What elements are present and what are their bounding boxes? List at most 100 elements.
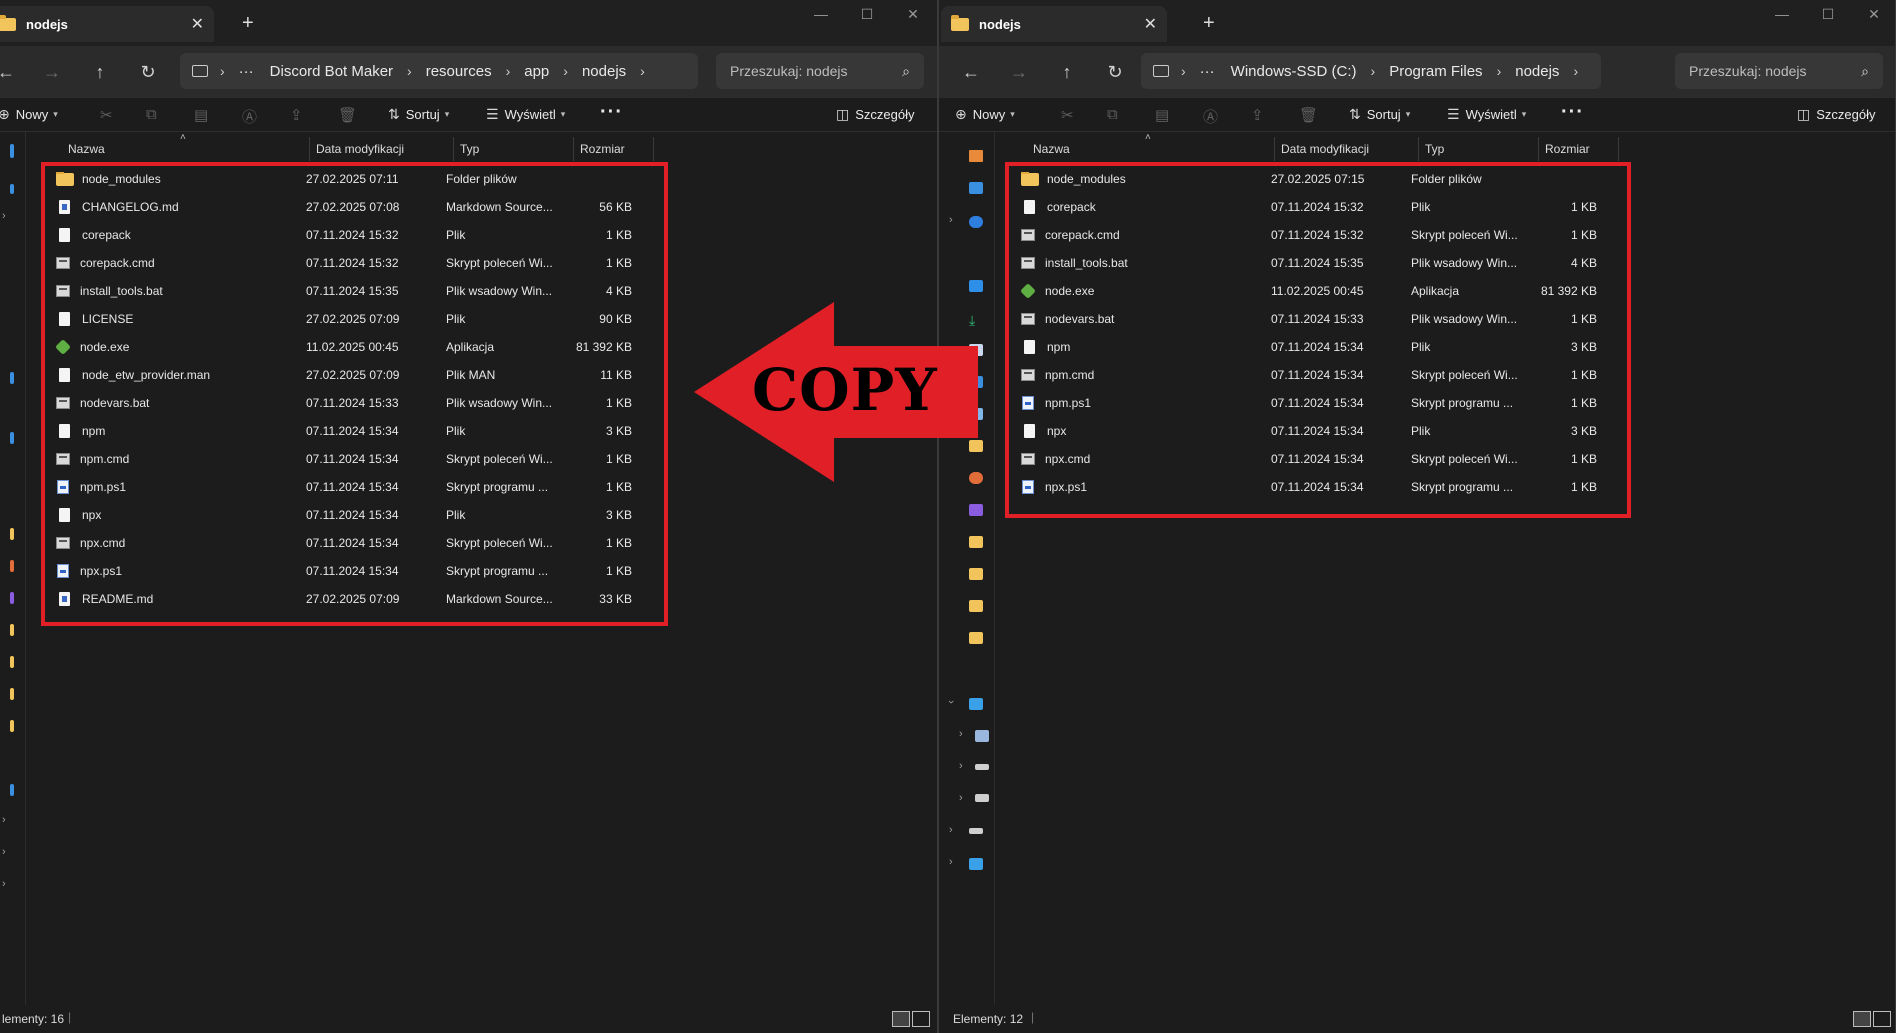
chevron-right-icon[interactable]: › (959, 760, 963, 772)
file-row[interactable]: node.exe 11.02.2025 00:45 Aplikacja 81 392 … (1009, 277, 1609, 305)
view-button[interactable]: ☰ Wyświetl ▾ (486, 106, 565, 123)
this-pc-icon[interactable] (969, 698, 983, 710)
network-icon[interactable] (969, 858, 983, 870)
column-size[interactable]: Rozmiar (574, 137, 654, 161)
copy-icon[interactable]: ⧉ (1107, 106, 1118, 123)
new-button[interactable]: ⊕ Nowy ▾ (955, 106, 1015, 123)
search-input[interactable]: Przeszukaj: nodejs ⌕ (716, 53, 924, 89)
close-window-icon[interactable]: ✕ (1851, 6, 1895, 23)
tab-nodejs[interactable]: nodejs ✕ (0, 6, 214, 42)
chevron-right-icon[interactable]: › (1371, 63, 1376, 79)
cut-icon[interactable]: ✂ (100, 106, 113, 124)
file-row[interactable]: npx 07.11.2024 15:34 Plik 3 KB (1009, 417, 1609, 445)
file-row[interactable]: npx 07.11.2024 15:34 Plik 3 KB (44, 501, 644, 529)
minimize-icon[interactable]: — (798, 6, 844, 22)
tab-nodejs[interactable]: nodejs ✕ (941, 6, 1167, 42)
file-row[interactable]: README.md 27.02.2025 07:09 Markdown Source… (44, 585, 644, 613)
nav-item-icon[interactable] (10, 784, 14, 796)
file-row[interactable]: npm.cmd 07.11.2024 15:34 Skrypt poleceń Wi… (44, 445, 644, 473)
tiles-view-icon[interactable] (1873, 1011, 1891, 1027)
delete-icon[interactable]: 🗑 (338, 106, 357, 124)
back-icon[interactable]: ← (0, 59, 20, 85)
chevron-right-icon[interactable]: › (563, 63, 568, 79)
nav-item-icon[interactable] (10, 624, 14, 636)
file-row[interactable]: corepack 07.11.2024 15:32 Plik 1 KB (1009, 193, 1609, 221)
file-row[interactable]: install_tools.bat 07.11.2024 15:35 Plik ws… (1009, 249, 1609, 277)
details-pane-button[interactable]: ◫ Szczegóły (1797, 106, 1875, 123)
column-name[interactable]: Nazwa (62, 137, 310, 161)
chevron-right-icon[interactable]: › (1497, 63, 1502, 79)
chevron-right-icon[interactable]: › (949, 214, 953, 226)
nav-item-icon[interactable] (10, 372, 14, 384)
address-bar[interactable]: › ··· Discord Bot Maker › resources › ap… (180, 53, 698, 89)
cut-icon[interactable]: ✂ (1061, 106, 1074, 124)
file-row[interactable]: npm 07.11.2024 15:34 Plik 3 KB (44, 417, 644, 445)
breadcrumb-segment[interactable]: Discord Bot Maker (270, 63, 393, 80)
chevron-right-icon[interactable]: › (959, 728, 963, 740)
sort-button[interactable]: ⇅ Sortuj ▾ (388, 106, 449, 123)
nav-item-icon[interactable] (10, 656, 14, 668)
file-row[interactable]: node_etw_provider.man 27.02.2025 07:09 Pli… (44, 361, 644, 389)
column-size[interactable]: Rozmiar (1539, 137, 1619, 161)
file-row[interactable]: nodevars.bat 07.11.2024 15:33 Plik wsadowy… (1009, 305, 1609, 333)
drive-icon[interactable] (975, 794, 989, 802)
file-row[interactable]: node.exe 11.02.2025 00:45 Aplikacja 81 392 … (44, 333, 644, 361)
file-row[interactable]: node_modules 27.02.2025 07:15 Folder plikó… (1009, 165, 1609, 193)
back-icon[interactable]: ← (957, 59, 985, 85)
file-row[interactable]: npx.ps1 07.11.2024 15:34 Skrypt programu .… (1009, 473, 1609, 501)
chevron-right-icon[interactable]: › (949, 824, 953, 836)
maximize-icon[interactable]: ☐ (844, 6, 890, 23)
nav-item-icon[interactable] (10, 592, 14, 604)
chevron-right-icon[interactable]: › (1573, 63, 1578, 79)
file-row[interactable]: corepack.cmd 07.11.2024 15:32 Skrypt polec… (1009, 221, 1609, 249)
nav-item-icon[interactable] (10, 432, 14, 444)
file-row[interactable]: corepack.cmd 07.11.2024 15:32 Skrypt polec… (44, 249, 644, 277)
nav-item-icon[interactable] (10, 528, 14, 540)
tiles-view-icon[interactable] (912, 1011, 930, 1027)
breadcrumb-segment[interactable]: Program Files (1389, 63, 1482, 80)
column-name[interactable]: Nazwa (1027, 137, 1275, 161)
more-options-icon[interactable]: ··· (600, 101, 623, 124)
share-icon[interactable]: ⇪ (290, 106, 303, 124)
chevron-right-icon[interactable]: › (2, 210, 6, 222)
chevron-right-icon[interactable]: › (2, 846, 6, 858)
folder-icon[interactable] (969, 632, 983, 644)
share-icon[interactable]: ⇪ (1251, 106, 1264, 124)
breadcrumb-segment[interactable]: resources (426, 63, 492, 80)
minimize-icon[interactable]: — (1759, 6, 1805, 22)
close-window-icon[interactable]: ✕ (890, 6, 936, 23)
chevron-right-icon[interactable]: › (506, 63, 511, 79)
folder-icon[interactable] (969, 568, 983, 580)
chevron-right-icon[interactable]: › (959, 792, 963, 804)
file-row[interactable]: npm.cmd 07.11.2024 15:34 Skrypt poleceń Wi… (1009, 361, 1609, 389)
home-icon[interactable] (969, 150, 983, 162)
file-row[interactable]: corepack 07.11.2024 15:32 Plik 1 KB (44, 221, 644, 249)
new-tab-icon[interactable]: + (242, 12, 254, 35)
desktop-icon[interactable] (969, 280, 983, 292)
refresh-icon[interactable]: ↻ (134, 59, 162, 85)
file-row[interactable]: node_modules 27.02.2025 07:11 Folder plikó… (44, 165, 644, 193)
nav-item-icon[interactable] (10, 184, 14, 194)
nav-item-icon[interactable] (10, 720, 14, 732)
chevron-right-icon[interactable]: › (640, 63, 645, 79)
rename-icon[interactable]: Ⓐ (1203, 106, 1218, 127)
file-row[interactable]: npx.ps1 07.11.2024 15:34 Skrypt programu .… (44, 557, 644, 585)
chevron-down-icon[interactable]: › (945, 700, 957, 704)
details-view-icon[interactable] (892, 1011, 910, 1027)
file-row[interactable]: LICENSE 27.02.2025 07:09 Plik 90 KB (44, 305, 644, 333)
refresh-icon[interactable]: ↻ (1101, 59, 1129, 85)
chevron-right-icon[interactable]: › (949, 856, 953, 868)
file-row[interactable]: npx.cmd 07.11.2024 15:34 Skrypt poleceń Wi… (44, 529, 644, 557)
file-row[interactable]: nodevars.bat 07.11.2024 15:33 Plik wsadowy… (44, 389, 644, 417)
gallery-icon[interactable] (969, 182, 983, 194)
paste-icon[interactable]: ▤ (194, 106, 208, 124)
more-options-icon[interactable]: ··· (1561, 101, 1584, 124)
details-view-icon[interactable] (1853, 1011, 1871, 1027)
breadcrumb-segment[interactable]: app (524, 63, 549, 80)
drive-icon[interactable] (975, 730, 989, 742)
folder-icon[interactable] (969, 600, 983, 612)
breadcrumb-segment[interactable]: nodejs (582, 63, 626, 80)
maximize-icon[interactable]: ☐ (1805, 6, 1851, 23)
file-row[interactable]: npm.ps1 07.11.2024 15:34 Skrypt programu .… (1009, 389, 1609, 417)
file-row[interactable]: npm 07.11.2024 15:34 Plik 3 KB (1009, 333, 1609, 361)
